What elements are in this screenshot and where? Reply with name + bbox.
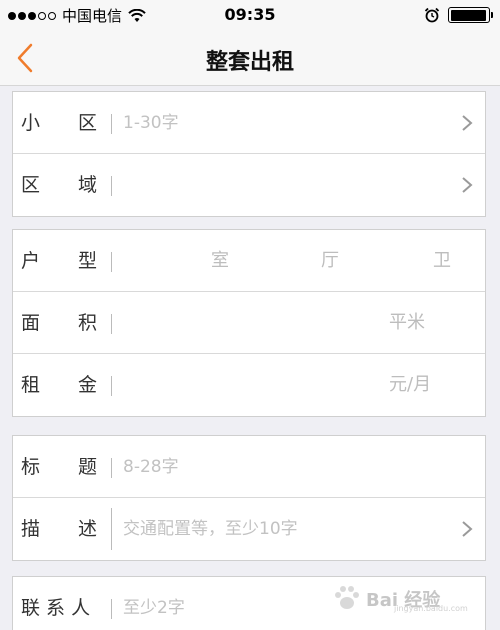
form-row-title[interactable]: 标 题 8-28字 <box>13 436 485 498</box>
alarm-clock-icon <box>424 7 440 23</box>
community-label: 小 区 <box>21 112 98 134</box>
field-separator <box>111 252 112 272</box>
paw-logo-icon <box>335 586 359 609</box>
battery-level-fill <box>450 9 486 21</box>
status-bar: 中国电信 09:35 <box>0 0 500 30</box>
status-right <box>424 7 493 23</box>
form-row-community[interactable]: 小 区 1-30字 <box>13 92 485 154</box>
title-label: 标 题 <box>21 456 98 478</box>
layout-label: 户 型 <box>21 250 98 272</box>
rent-label: 租 金 <box>21 374 98 396</box>
form-row-rent[interactable]: 租 金 元/月 <box>13 354 485 416</box>
watermark-subtext: jingyan.baidu.com <box>394 604 468 613</box>
district-label: 区 域 <box>21 174 98 196</box>
halls-unit[interactable]: 厅 <box>321 230 339 292</box>
rooms-unit[interactable]: 室 <box>211 230 229 292</box>
community-input[interactable]: 1-30字 <box>123 92 179 154</box>
description-label: 描 述 <box>21 518 98 540</box>
form-group-location: 小 区 1-30字 区 域 <box>12 91 486 217</box>
description-input[interactable]: 交通配置等，至少10字 <box>123 498 298 560</box>
form-row-district[interactable]: 区 域 <box>13 154 485 216</box>
contact-input[interactable]: 至少2字 <box>123 577 185 630</box>
battery-icon <box>448 7 493 23</box>
form-row-layout[interactable]: 户 型 室 厅 卫 <box>13 230 485 292</box>
form-row-description[interactable]: 描 述 交通配置等，至少10字 <box>13 498 485 560</box>
field-separator <box>111 508 112 550</box>
chevron-right-icon <box>462 115 473 131</box>
rent-unit: 元/月 <box>389 374 432 395</box>
form-group-details: 户 型 室 厅 卫 面 积 平米 租 金 元/月 <box>12 229 486 417</box>
area-label: 面 积 <box>21 312 98 334</box>
field-separator <box>111 376 112 396</box>
form-row-area[interactable]: 面 积 平米 <box>13 292 485 354</box>
baidu-jingyan-watermark: Bai 经验 jingyan.baidu.com <box>332 584 472 614</box>
area-unit: 平米 <box>389 312 425 333</box>
field-separator <box>111 176 112 196</box>
field-separator <box>111 314 112 334</box>
nav-bar: 整套出租 <box>0 30 500 86</box>
baths-unit[interactable]: 卫 <box>433 230 451 292</box>
contact-label: 联 系 人 <box>21 597 91 619</box>
chevron-right-icon <box>462 177 473 193</box>
field-separator <box>111 114 112 134</box>
page-title: 整套出租 <box>205 50 294 75</box>
chevron-right-icon <box>462 521 473 537</box>
field-separator <box>111 458 112 478</box>
form-group-text: 标 题 8-28字 描 述 交通配置等，至少10字 <box>12 435 486 561</box>
field-separator <box>111 599 112 619</box>
title-input[interactable]: 8-28字 <box>123 436 179 498</box>
